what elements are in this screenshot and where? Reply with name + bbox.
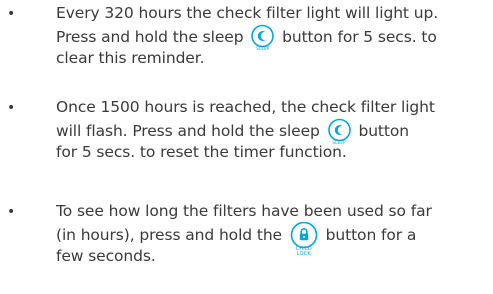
instruction-line: for 5 secs. to reset the timer function. xyxy=(56,143,347,161)
instruction-line: few seconds. xyxy=(56,247,156,265)
child-lock-caption: CHILD LOCK xyxy=(295,246,312,257)
instruction-line: Once 1500 hours is reached, the check fi… xyxy=(56,98,435,116)
bullet: • xyxy=(7,6,16,22)
instruction-line: Press and hold the sleep SLEEP button fo… xyxy=(56,24,488,51)
bullet: • xyxy=(7,204,16,220)
instruction-text: To see how long the filters have been us… xyxy=(56,201,488,267)
instruction-text-before: will flash. Press and hold the sleep xyxy=(56,122,320,140)
instruction-text-before: (in hours), press and hold the xyxy=(56,226,282,244)
instruction-line: (in hours), press and hold the CHILD LOC… xyxy=(56,222,488,257)
instruction-line: will flash. Press and hold the sleep SLE… xyxy=(56,118,488,145)
bullet: • xyxy=(7,100,16,116)
instruction-line: To see how long the filters have been us… xyxy=(56,202,432,220)
instruction-line: clear this reminder. xyxy=(56,49,205,67)
sleep-caption: SLEEP xyxy=(256,46,270,51)
child-lock-button-icon: CHILD LOCK xyxy=(288,222,320,257)
sleep-button-icon: SLEEP xyxy=(326,118,353,145)
sleep-button-icon: SLEEP xyxy=(249,24,276,51)
instruction-text: Every 320 hours the check filter light w… xyxy=(56,3,488,69)
instruction-text-after: button for a xyxy=(325,226,417,244)
sleep-caption: SLEEP xyxy=(332,140,346,145)
instruction-text: Once 1500 hours is reached, the check fi… xyxy=(56,97,488,163)
instruction-text-before: Press and hold the sleep xyxy=(56,28,244,46)
instruction-line: Every 320 hours the check filter light w… xyxy=(56,4,439,22)
instruction-text-after: button for 5 secs. to xyxy=(282,28,437,46)
instruction-text-after: button xyxy=(358,122,409,140)
